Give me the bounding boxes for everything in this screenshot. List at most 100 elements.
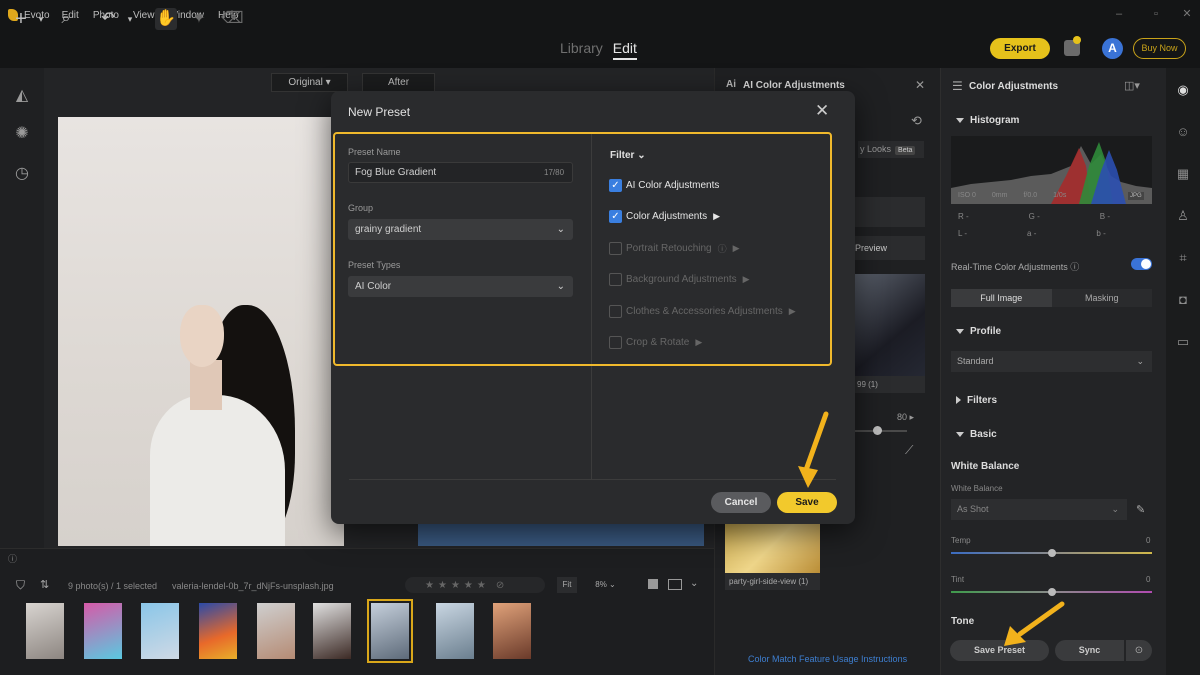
hand-icon[interactable]: ✋ [155, 8, 177, 30]
avatar[interactable]: A [1102, 38, 1123, 59]
undo-chevron-icon[interactable]: ▾ [119, 8, 141, 30]
history-icon[interactable]: ◷ [12, 164, 32, 184]
segment-masking[interactable]: Masking [1052, 289, 1153, 307]
magic-wand-icon[interactable]: ⟋ [905, 443, 913, 458]
presets-icon[interactable]: ✺ [12, 124, 32, 144]
section-histogram[interactable]: Histogram [956, 115, 1019, 126]
filmstrip-thumb[interactable] [257, 603, 295, 659]
add-icon[interactable]: + [10, 8, 32, 30]
single-view-icon[interactable] [648, 579, 658, 589]
view-after-label[interactable]: After [362, 73, 435, 92]
star-icon[interactable]: ★ [438, 580, 447, 591]
sliders-icon: ☰ [952, 79, 963, 93]
brush-icon[interactable]: ✦ [188, 8, 210, 30]
ai-reference-thumbnail[interactable] [855, 274, 925, 376]
reference-photo-thumbnail[interactable] [725, 516, 820, 574]
portrait-body [150, 395, 285, 546]
tint-label: Tint [951, 575, 965, 584]
background-icon[interactable]: ▦ [1175, 166, 1191, 182]
ai-dropzone[interactable] [855, 197, 925, 227]
filmstrip-thumb-selected[interactable] [367, 599, 413, 663]
section-basic[interactable]: Basic [956, 429, 997, 440]
tint-slider-knob[interactable] [1047, 588, 1056, 596]
beta-badge: Beta [895, 146, 916, 155]
compare-view-icon[interactable] [668, 579, 682, 590]
crop-icon[interactable]: ⌗ [1175, 250, 1191, 266]
chevron-down-icon: ⌄ [1136, 356, 1144, 366]
ai-close-icon[interactable]: ✕ [915, 78, 925, 92]
white-balance-select[interactable]: As Shot ⌄ [951, 499, 1127, 520]
close-window-icon[interactable]: ✕ [1181, 8, 1193, 20]
view-original-dropdown[interactable]: Original ▾ [271, 73, 348, 92]
eyedropper-icon[interactable]: ✎ [1136, 503, 1145, 516]
temp-slider-knob[interactable] [1047, 549, 1056, 557]
star-icon[interactable]: ★ [477, 580, 486, 591]
maximize-icon[interactable]: ▫ [1150, 8, 1162, 20]
star-icon[interactable]: ★ [425, 580, 434, 591]
filmstrip-thumb[interactable] [436, 603, 474, 659]
zoom-select[interactable]: 8% ⌄ [583, 577, 628, 593]
color-match-link[interactable]: Color Match Feature Usage Instructions [748, 654, 907, 664]
adjust-icon[interactable]: ◭ [12, 86, 32, 106]
segment-full-image[interactable]: Full Image [951, 289, 1052, 307]
filmstrip-thumb[interactable] [493, 603, 531, 659]
profile-select[interactable]: Standard ⌄ [951, 351, 1152, 372]
white-balance-label: White Balance [951, 484, 1003, 493]
histogram-lab: L -a -b - [958, 229, 1106, 238]
collapse-icon[interactable]: ⌄ [690, 578, 698, 589]
save-button[interactable]: Save [777, 492, 837, 513]
dialog-title: New Preset [348, 105, 411, 119]
filmstrip-thumb[interactable] [141, 603, 179, 659]
temp-value: 0 [1146, 536, 1151, 545]
ai-icon: Ai [726, 79, 736, 90]
filter-icon[interactable]: ⛉ [16, 578, 25, 593]
sort-icon[interactable]: ⇅ [40, 578, 49, 591]
buy-now-button[interactable]: Buy Now [1133, 38, 1186, 59]
dialog-close-icon[interactable]: ✕ [815, 101, 829, 121]
panel-layout-icon[interactable]: ◫▾ [1124, 79, 1140, 92]
reset-icon[interactable]: ⟲ [911, 113, 922, 129]
temp-label: Temp [951, 536, 971, 545]
portrait-neck [190, 360, 222, 410]
folder-icon[interactable]: ▭ [1175, 334, 1191, 350]
ai-thumbnail-caption: 99 (1) [855, 376, 925, 393]
mask-segment: Full Image Masking [951, 289, 1152, 307]
tint-value: 0 [1146, 575, 1151, 584]
tab-edit[interactable]: Edit [612, 40, 637, 60]
realtime-label: Real-Time Color Adjustments ⓘ [951, 262, 1080, 272]
white-balance-title: White Balance [951, 461, 1020, 472]
far-right-rail [1166, 68, 1200, 675]
chevron-down-icon[interactable]: ▾ [30, 8, 52, 30]
highlight-annotation [333, 132, 832, 366]
ai-looks-tab[interactable]: y Looks Beta [858, 141, 924, 158]
chevron-down-icon: ⌄ [1111, 504, 1119, 514]
eraser-icon[interactable]: ⌫ [221, 8, 244, 30]
minimize-icon[interactable]: – [1113, 8, 1125, 20]
camera-icon[interactable]: ◘ [1175, 292, 1191, 308]
sync-options-icon[interactable]: ⊙ [1126, 640, 1152, 661]
export-button[interactable]: Export [990, 38, 1050, 59]
face-icon[interactable]: ☺ [1175, 124, 1191, 140]
clear-rating-icon[interactable]: ⊘ [496, 580, 504, 591]
realtime-toggle-knob[interactable] [1141, 259, 1151, 269]
cancel-button[interactable]: Cancel [711, 492, 771, 513]
undo-icon[interactable]: ↶ [97, 8, 119, 30]
filmstrip-thumb[interactable] [84, 603, 122, 659]
filmstrip-thumb[interactable] [199, 603, 237, 659]
section-filters[interactable]: Filters [956, 395, 997, 406]
section-profile[interactable]: Profile [956, 326, 1001, 337]
search-icon[interactable]: ⌕ [55, 8, 77, 30]
filmstrip-thumb[interactable] [313, 603, 351, 659]
clothes-icon[interactable]: ♙ [1175, 208, 1191, 224]
star-icon[interactable]: ★ [464, 580, 473, 591]
ai-preview-button[interactable]: Preview [855, 236, 925, 260]
fit-button[interactable]: Fit [557, 577, 577, 593]
rating-stars[interactable]: ★ ★ ★ ★ ★ ⊘ [405, 577, 545, 593]
star-icon[interactable]: ★ [451, 580, 460, 591]
filmstrip-thumb[interactable] [26, 603, 64, 659]
info-icon[interactable]: ⓘ [8, 552, 17, 565]
tab-library[interactable]: Library [560, 40, 603, 60]
histogram-exif: ISO 0 0mm f/0.0 1/0s [958, 192, 1067, 199]
ai-slider-knob[interactable] [873, 426, 882, 435]
palette-icon[interactable]: ◉ [1175, 82, 1191, 98]
